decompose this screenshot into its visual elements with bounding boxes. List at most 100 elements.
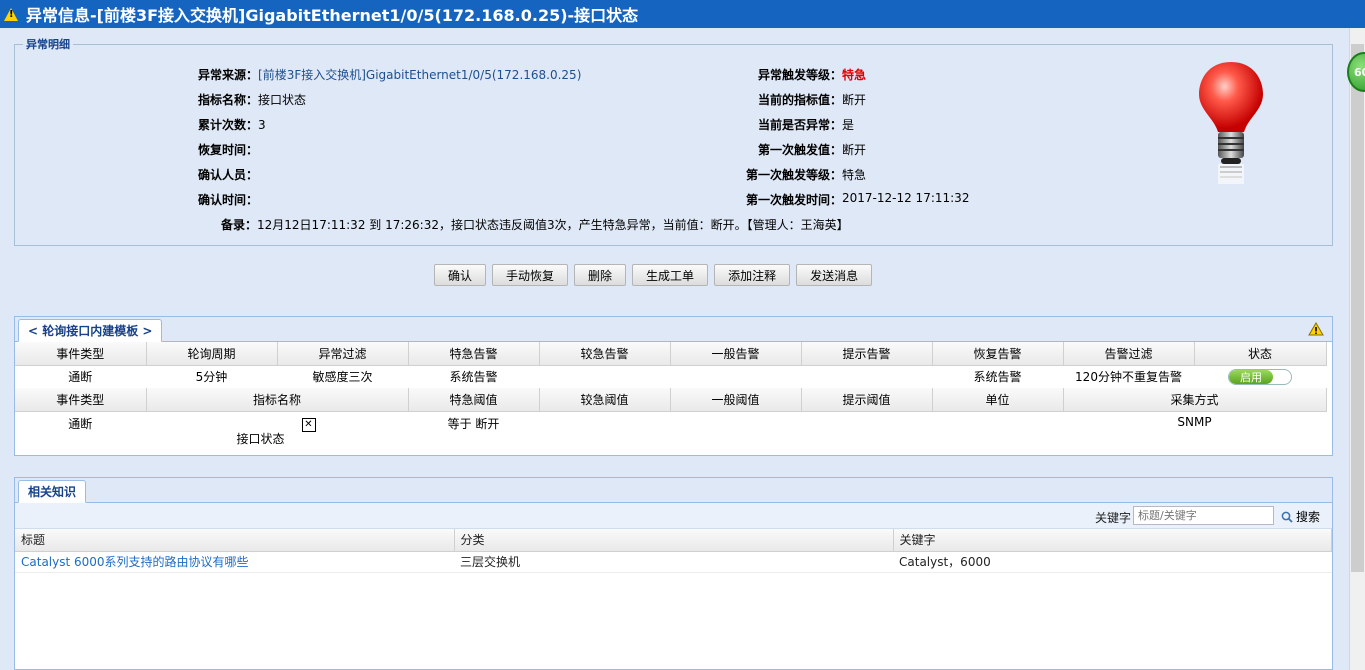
col-header: 特急阈值: [408, 388, 540, 412]
source-label: 异常来源：: [198, 68, 259, 82]
tab-template[interactable]: < 轮询接口内建模板 >: [18, 319, 163, 342]
col-header: 较急阈值: [539, 388, 671, 412]
search-input[interactable]: [1133, 506, 1274, 525]
create-ticket-button[interactable]: 生成工单: [632, 264, 709, 286]
current-value-wrap: 断开: [842, 91, 866, 108]
table-cell: 敏感度三次: [312, 370, 373, 385]
first-value: 断开: [842, 143, 867, 157]
table-cell: [670, 365, 801, 388]
col-header: 事件类型: [15, 342, 147, 366]
detail-row-confirm-user: 确认人员：: [198, 166, 258, 183]
col-header: 告警过滤: [1063, 342, 1195, 366]
detail-row-current-value: 当前的指标值：: [758, 91, 842, 108]
col-header: 轮询周期: [146, 342, 278, 366]
first-value-wrap: 断开: [842, 141, 866, 158]
col-header: 指标名称: [146, 388, 409, 412]
template-header-row-1: 事件类型 轮询周期 异常过滤 特急告警 较急告警 一般告警 提示告警 恢复告警 …: [15, 342, 1327, 366]
scrollbar-thumb[interactable]: [1351, 44, 1364, 572]
source-value[interactable]: [前楼3F接入交换机]GigabitEthernet1/0/5(172.168.…: [258, 68, 581, 82]
detail-row-confirm-time: 确认时间：: [198, 191, 258, 208]
first-value-label: 第一次触发值：: [757, 143, 842, 157]
table-cell: 5分钟: [195, 370, 228, 385]
first-level-wrap: 特急: [842, 166, 866, 183]
red-lightbulb-icon: [1199, 62, 1263, 184]
col-header: 分类: [454, 529, 894, 552]
status-toggle[interactable]: 启用: [1228, 368, 1292, 385]
status-cell: 启用: [1194, 365, 1326, 388]
vertical-scrollbar[interactable]: [1349, 28, 1365, 670]
search-icon: [1281, 511, 1293, 523]
delete-button[interactable]: 删除: [574, 264, 627, 286]
is-abnormal-label: 当前是否异常：: [757, 118, 842, 132]
col-header: 事件类型: [15, 388, 147, 412]
col-header: 采集方式: [1063, 388, 1327, 412]
first-level-value: 特急: [842, 168, 867, 182]
table-cell: [801, 365, 932, 388]
knowledge-panel: 相关知识 关键字 搜索 标题 分类 关键字 Catalyst 6000系列支持的…: [14, 477, 1333, 670]
detail-row-trigger-level: 异常触发等级：: [758, 66, 842, 83]
current-value: 断开: [842, 93, 867, 107]
template-data-row-1: 通断 5分钟 敏感度三次 系统告警 系统告警 120分钟不重复告警 启用: [15, 365, 1326, 388]
warning-icon: !: [4, 7, 18, 21]
table-cell: [932, 411, 1063, 445]
trigger-level-value: 特急: [842, 68, 867, 82]
template-panel: < 轮询接口内建模板 > 事件类型 轮询周期 异常过滤 特急告警 较急告警 一般…: [14, 316, 1333, 456]
metric-label: 指标名称：: [198, 93, 259, 107]
trigger-level-label: 异常触发等级：: [757, 68, 842, 82]
add-comment-button[interactable]: 添加注释: [714, 264, 791, 286]
col-header: 提示阈值: [801, 388, 933, 412]
knowledge-title-link[interactable]: Catalyst 6000系列支持的路由协议有哪些: [15, 551, 454, 573]
warning-icon: [1308, 322, 1324, 336]
metric-value: 接口状态: [258, 93, 307, 107]
tab-knowledge[interactable]: 相关知识: [18, 480, 87, 503]
table-row[interactable]: Catalyst 6000系列支持的路由协议有哪些 三层交换机 Catalyst…: [15, 551, 1332, 573]
detail-legend: 异常明细: [26, 38, 70, 51]
confirm-time-label: 确认时间：: [198, 193, 259, 207]
confirm-button[interactable]: 确认: [434, 264, 487, 286]
first-time-wrap: 2017-12-12 17:11:32: [842, 191, 969, 205]
table-cell: 等于 断开: [447, 416, 500, 431]
template-table-1: 事件类型 轮询周期 异常过滤 特急告警 较急告警 一般告警 提示告警 恢复告警 …: [15, 342, 1327, 388]
is-abnormal-value: 是: [842, 118, 855, 132]
remark-value: 12月12日17:11:32 到 17:26:32，接口状态违反阈值3次，产生特…: [257, 218, 849, 232]
col-header: 一般告警: [670, 342, 802, 366]
template-tabstrip: < 轮询接口内建模板 >: [15, 317, 1332, 342]
badge-text: 60: [1354, 66, 1365, 79]
keyword-label: 关键字: [1095, 511, 1132, 525]
col-header: 关键字: [893, 529, 1332, 552]
first-time-label: 第一次触发时间：: [745, 193, 842, 207]
count-value: 3: [258, 118, 266, 132]
detail-row-remark: 备录：12月12日17:11:32 到 17:26:32，接口状态违反阈值3次，…: [221, 216, 849, 233]
detail-row-recover-time: 恢复时间：: [198, 141, 258, 158]
template-table-2: 事件类型 指标名称 特急阈值 较急阈值 一般阈值 提示阈值 单位 采集方式 通断…: [15, 388, 1327, 446]
col-header: 状态: [1194, 342, 1327, 366]
search-button[interactable]: 搜索: [1281, 508, 1320, 525]
remark-label: 备录：: [221, 218, 258, 232]
broken-image-icon: ✕: [301, 417, 316, 432]
col-header: 单位: [932, 388, 1064, 412]
detail-row-first-time: 第一次触发时间：: [746, 191, 842, 208]
knowledge-header-row: 标题 分类 关键字: [15, 529, 1332, 552]
window-title-bar: ! 异常信息-[前楼3F接入交换机]GigabitEthernet1/0/5(1…: [0, 0, 1365, 28]
status-toggle-label: 启用: [1229, 369, 1273, 384]
is-abnormal-wrap: 是: [842, 116, 854, 133]
col-header: 恢复告警: [932, 342, 1064, 366]
detail-row-metric: 指标名称：接口状态: [198, 91, 306, 108]
col-header: 提示告警: [801, 342, 933, 366]
knowledge-table: 标题 分类 关键字 Catalyst 6000系列支持的路由协议有哪些 三层交换…: [15, 529, 1332, 573]
trigger-level-value-wrap: 特急: [842, 66, 866, 83]
manual-recover-button[interactable]: 手动恢复: [492, 264, 569, 286]
table-cell: [539, 365, 670, 388]
table-cell: 系统告警: [973, 370, 1022, 385]
template-header-row-2: 事件类型 指标名称 特急阈值 较急阈值 一般阈值 提示阈值 单位 采集方式: [15, 388, 1327, 412]
col-header: 一般阈值: [670, 388, 802, 412]
table-cell: SNMP: [1177, 414, 1212, 429]
detail-row-is-abnormal: 当前是否异常：: [758, 116, 842, 133]
detail-row-source: 异常来源：[前楼3F接入交换机]GigabitEthernet1/0/5(172…: [198, 66, 581, 83]
current-value-label: 当前的指标值：: [757, 93, 842, 107]
table-cell: 120分钟不重复告警: [1075, 370, 1182, 385]
send-message-button[interactable]: 发送消息: [796, 264, 873, 286]
table-cell: [539, 411, 670, 445]
col-header: 较急告警: [539, 342, 671, 366]
metric-name-text: 接口状态: [236, 431, 285, 446]
